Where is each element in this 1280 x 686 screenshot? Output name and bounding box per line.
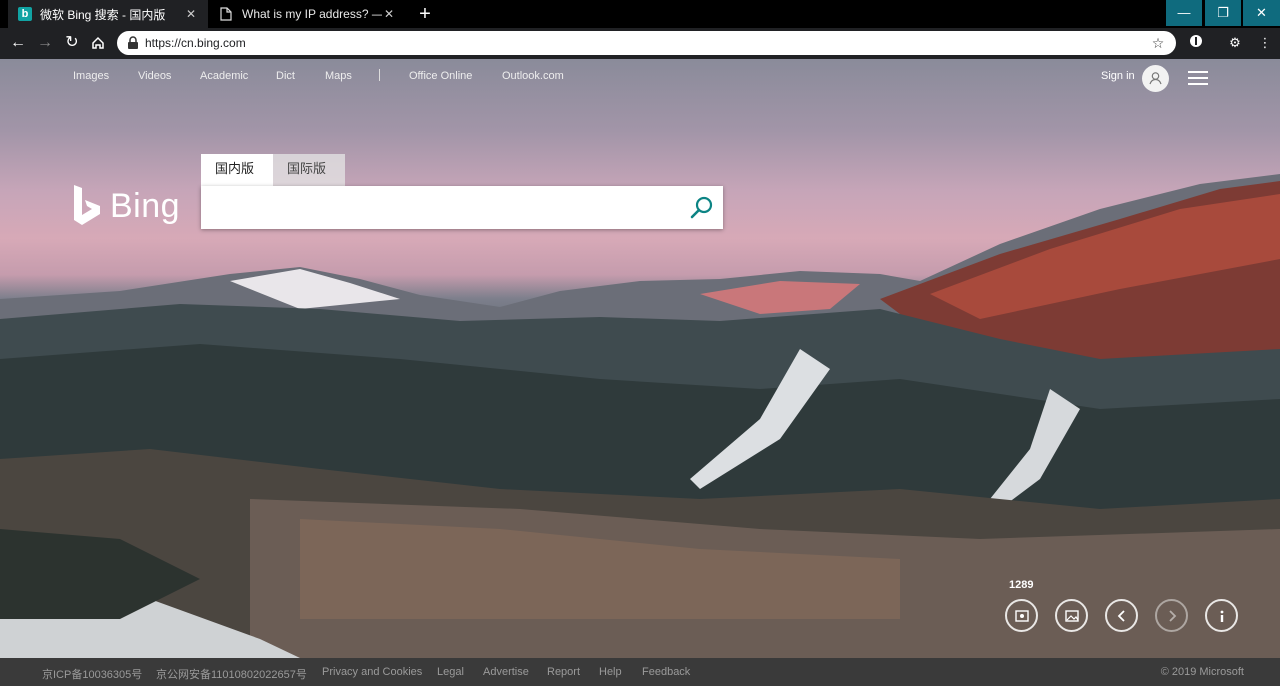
extension-icon[interactable]: [1187, 34, 1205, 52]
page-footer: 京ICP备10036305号 京公网安备11010802022657号 Priv…: [0, 658, 1280, 686]
image-counter: 1289: [1009, 579, 1034, 591]
nav-dict[interactable]: Dict: [276, 70, 295, 82]
sign-in-link[interactable]: Sign in: [1101, 70, 1135, 82]
previous-image-button[interactable]: [1105, 599, 1138, 632]
document-icon: [220, 7, 234, 21]
reload-button[interactable]: ↻: [61, 32, 83, 54]
browser-menu-icon[interactable]: ⋮: [1256, 34, 1274, 52]
close-icon[interactable]: ✕: [382, 7, 396, 21]
translate-extension-icon[interactable]: ⚙: [1226, 34, 1244, 52]
tab-international[interactable]: 国际版: [273, 154, 345, 186]
search-icon[interactable]: [689, 195, 715, 221]
bing-wordmark: Bing: [110, 186, 181, 225]
avatar[interactable]: [1142, 65, 1169, 92]
next-icon: [1169, 610, 1177, 622]
bing-icon: b: [18, 7, 32, 21]
footer-privacy-link[interactable]: Privacy and Cookies: [322, 666, 422, 678]
info-icon: [1220, 610, 1224, 622]
nav-outlook[interactable]: Outlook.com: [502, 70, 564, 82]
tab-domestic[interactable]: 国内版: [201, 154, 273, 186]
nav-office-online[interactable]: Office Online: [409, 70, 472, 82]
tab-bing[interactable]: b 微软 Bing 搜索 - 国内版 ✕: [8, 0, 208, 28]
nav-academic[interactable]: Academic: [200, 70, 248, 82]
top-navigation: Images Videos Academic Dict Maps Office …: [0, 59, 1280, 97]
lock-icon: [128, 36, 138, 49]
hamburger-menu-icon[interactable]: [1188, 71, 1208, 85]
image-info-icon: [1065, 610, 1079, 622]
address-bar[interactable]: https://cn.bing.com ☆: [117, 31, 1176, 55]
tab-title: What is my IP address? — ifconfi: [242, 7, 382, 21]
previous-icon: [1117, 610, 1125, 622]
bookmark-star-icon[interactable]: ☆: [1148, 33, 1168, 53]
location-button[interactable]: [1005, 599, 1038, 632]
nav-divider: [379, 69, 380, 81]
minimize-button[interactable]: —: [1166, 0, 1202, 26]
back-button[interactable]: ←: [7, 32, 29, 54]
forward-button[interactable]: →: [34, 32, 56, 54]
footer-legal-link[interactable]: Legal: [437, 666, 464, 678]
bing-homepage: Images Videos Academic Dict Maps Office …: [0, 59, 1280, 658]
footer-report-link[interactable]: Report: [547, 666, 580, 678]
browser-toolbar: ← → ↻ https://cn.bing.com ☆ ⚙ ⋮: [0, 28, 1280, 59]
footer-advertise-link[interactable]: Advertise: [483, 666, 529, 678]
bing-b-icon: [74, 185, 100, 225]
next-image-button[interactable]: [1155, 599, 1188, 632]
url-text: https://cn.bing.com: [145, 36, 246, 50]
tab-strip: b 微软 Bing 搜索 - 国内版 ✕ What is my IP addre…: [0, 0, 1280, 28]
close-window-button[interactable]: ✕: [1243, 0, 1280, 26]
search-input[interactable]: [211, 194, 671, 220]
home-button[interactable]: [87, 32, 109, 54]
image-info-button[interactable]: [1055, 599, 1088, 632]
footer-icp-link[interactable]: 京ICP备10036305号: [42, 666, 142, 682]
nav-images[interactable]: Images: [73, 70, 109, 82]
nav-videos[interactable]: Videos: [138, 70, 171, 82]
maximize-button[interactable]: ❐: [1205, 0, 1241, 26]
search-box: [201, 186, 723, 229]
tab-title: 微软 Bing 搜索 - 国内版: [40, 7, 166, 22]
location-icon: [1015, 610, 1029, 622]
footer-security-link[interactable]: 京公网安备11010802022657号: [156, 666, 307, 682]
footer-help-link[interactable]: Help: [599, 666, 622, 678]
tab-ifconfig[interactable]: What is my IP address? — ifconfi ✕: [210, 0, 406, 28]
new-tab-button[interactable]: +: [414, 3, 436, 25]
nav-maps[interactable]: Maps: [325, 70, 352, 82]
info-button[interactable]: [1205, 599, 1238, 632]
background-image: [0, 174, 1280, 658]
close-icon[interactable]: ✕: [184, 7, 198, 21]
bing-logo[interactable]: Bing: [72, 184, 180, 228]
user-icon: [1149, 72, 1162, 85]
footer-feedback-link[interactable]: Feedback: [642, 666, 690, 678]
copyright: © 2019 Microsoft: [1160, 666, 1244, 678]
